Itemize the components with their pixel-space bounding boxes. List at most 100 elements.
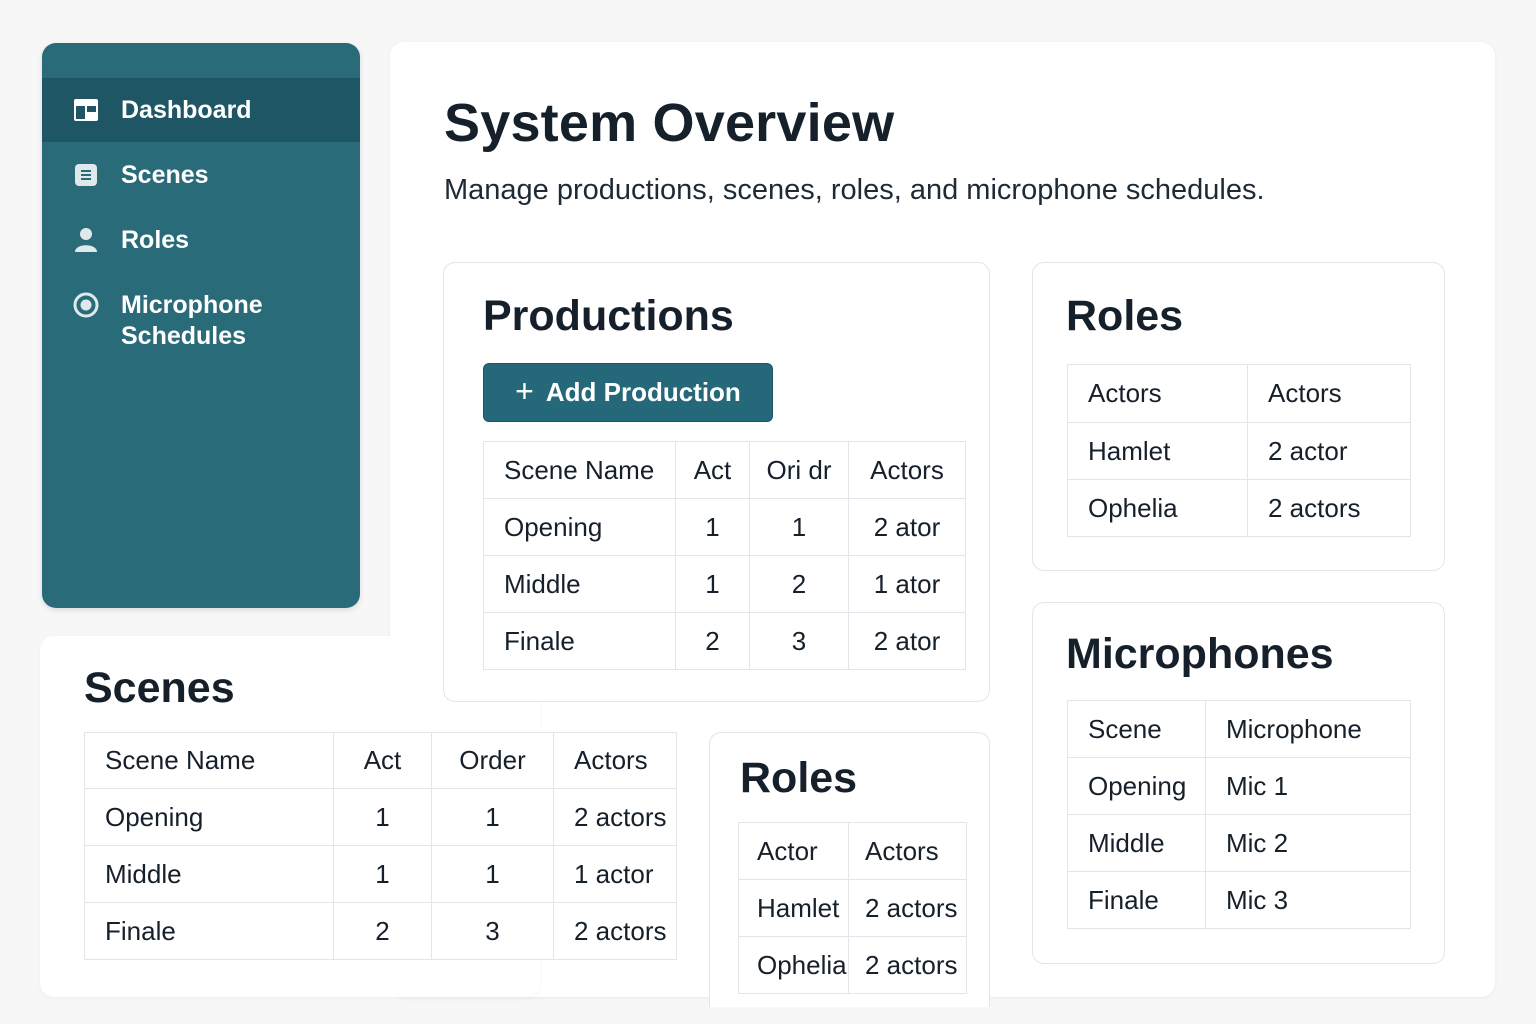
add-production-label: Add Production [545, 377, 741, 407]
sidebar-item-label-line2: Schedules [121, 322, 247, 350]
table-header-row: Actor Actors [738, 822, 967, 880]
column-header: Scene Name [483, 441, 676, 499]
roles-table: Actors Actors Hamlet 2 actor Ophelia 2 a… [1067, 364, 1411, 537]
microphones-title: Microphones [1066, 630, 1334, 678]
page-subtitle: Manage productions, scenes, roles, and m… [444, 174, 1265, 206]
table-header-row: Actors Actors [1067, 364, 1411, 423]
table-cell: 2 actors [848, 879, 967, 937]
sidebar-item-scenes[interactable]: Scenes [42, 160, 360, 191]
table-cell: 3 [749, 612, 849, 670]
table-cell: 3 [431, 902, 554, 960]
table-cell: 2 [333, 902, 432, 960]
sidebar-item-label: Microphone Schedules [121, 290, 263, 352]
column-header: Actors [1247, 364, 1411, 423]
table-row[interactable]: Middle Mic 2 [1067, 814, 1411, 872]
table-cell: Hamlet [1067, 422, 1248, 480]
table-cell: 1 [431, 845, 554, 903]
table-cell: 1 [333, 845, 432, 903]
sidebar-item-roles[interactable]: Roles [42, 225, 360, 256]
table-cell: 2 actors [553, 788, 677, 846]
table-cell: 1 [675, 498, 750, 556]
table-cell: Ophelia [1067, 479, 1248, 537]
table-cell: Ophelia [738, 936, 849, 994]
table-row[interactable]: Opening 1 1 2 actors [84, 788, 677, 846]
table-cell: Mic 3 [1205, 871, 1411, 929]
column-header: Scene Name [84, 732, 334, 789]
column-header: Actors [848, 441, 966, 499]
add-production-button[interactable]: + Add Production [483, 363, 773, 422]
column-header: Scene [1067, 700, 1206, 758]
user-icon [73, 227, 99, 253]
sidebar-item-label-line1: Microphone [121, 291, 263, 319]
table-cell: 2 actors [553, 902, 677, 960]
table-cell: 2 actors [1247, 479, 1411, 537]
table-cell: Opening [84, 788, 334, 846]
list-icon [73, 162, 99, 188]
scenes-title: Scenes [84, 664, 235, 712]
table-row[interactable]: Finale 2 3 2 ator [483, 612, 966, 670]
table-row[interactable]: Opening 1 1 2 ator [483, 498, 966, 556]
table-cell: Middle [483, 555, 676, 613]
column-header: Actor [738, 822, 849, 880]
table-cell: 1 [431, 788, 554, 846]
table-cell: 2 actors [848, 936, 967, 994]
table-cell: Hamlet [738, 879, 849, 937]
column-header: Actors [848, 822, 967, 880]
table-row[interactable]: Middle 1 2 1 ator [483, 555, 966, 613]
column-header: Actors [553, 732, 677, 789]
sidebar-item-microphone-schedules[interactable]: Microphone Schedules [42, 290, 360, 352]
plus-icon: + [515, 373, 534, 409]
sidebar-item-dashboard[interactable]: Dashboard [42, 78, 360, 142]
table-row[interactable]: Hamlet 2 actor [1067, 422, 1411, 480]
table-cell: Mic 1 [1205, 757, 1411, 815]
table-header-row: Scene Microphone [1067, 700, 1411, 758]
column-header: Ori dr [749, 441, 849, 499]
roles-title: Roles [1066, 292, 1184, 340]
column-header: Act [675, 441, 750, 499]
table-cell: Finale [84, 902, 334, 960]
table-cell: Opening [1067, 757, 1206, 815]
column-header: Microphone [1205, 700, 1411, 758]
column-header: Act [333, 732, 432, 789]
table-cell: Middle [84, 845, 334, 903]
table-row[interactable]: Middle 1 1 1 actor [84, 845, 677, 903]
table-cell: 2 actor [1247, 422, 1411, 480]
table-cell: 2 [675, 612, 750, 670]
dashboard-icon [73, 97, 99, 123]
productions-title: Productions [483, 292, 734, 340]
table-row[interactable]: Ophelia 2 actors [1067, 479, 1411, 537]
table-cell: Finale [483, 612, 676, 670]
table-cell: Opening [483, 498, 676, 556]
app-root: Dashboard Scenes Roles Microphone Schedu… [0, 0, 1536, 1024]
roles-bottom-table: Actor Actors Hamlet 2 actors Ophelia 2 a… [738, 822, 967, 994]
productions-table: Scene Name Act Ori dr Actors Opening 1 1… [483, 441, 966, 670]
table-header-row: Scene Name Act Ori dr Actors [483, 441, 966, 499]
table-row[interactable]: Finale 2 3 2 actors [84, 902, 677, 960]
table-cell: Middle [1067, 814, 1206, 872]
microphones-table: Scene Microphone Opening Mic 1 Middle Mi… [1067, 700, 1411, 929]
column-header: Order [431, 732, 554, 789]
table-header-row: Scene Name Act Order Actors [84, 732, 677, 789]
table-cell: 1 actor [553, 845, 677, 903]
page-title: System Overview [444, 93, 895, 153]
microphone-icon [73, 292, 99, 318]
table-cell: 2 ator [848, 612, 966, 670]
table-cell: 1 [333, 788, 432, 846]
table-cell: 1 ator [848, 555, 966, 613]
scenes-table: Scene Name Act Order Actors Opening 1 1 … [84, 732, 677, 960]
sidebar: Dashboard Scenes Roles Microphone Schedu… [42, 43, 360, 608]
column-header: Actors [1067, 364, 1248, 423]
sidebar-item-label: Roles [121, 226, 190, 254]
table-cell: Mic 2 [1205, 814, 1411, 872]
table-cell: 1 [749, 498, 849, 556]
table-row[interactable]: Ophelia 2 actors [738, 936, 967, 994]
roles-bottom-title: Roles [740, 754, 858, 802]
table-cell: 1 [675, 555, 750, 613]
table-cell: 2 ator [848, 498, 966, 556]
sidebar-item-label: Scenes [121, 161, 209, 189]
table-cell: Finale [1067, 871, 1206, 929]
sidebar-item-label: Dashboard [121, 95, 252, 124]
table-row[interactable]: Finale Mic 3 [1067, 871, 1411, 929]
table-row[interactable]: Hamlet 2 actors [738, 879, 967, 937]
table-row[interactable]: Opening Mic 1 [1067, 757, 1411, 815]
